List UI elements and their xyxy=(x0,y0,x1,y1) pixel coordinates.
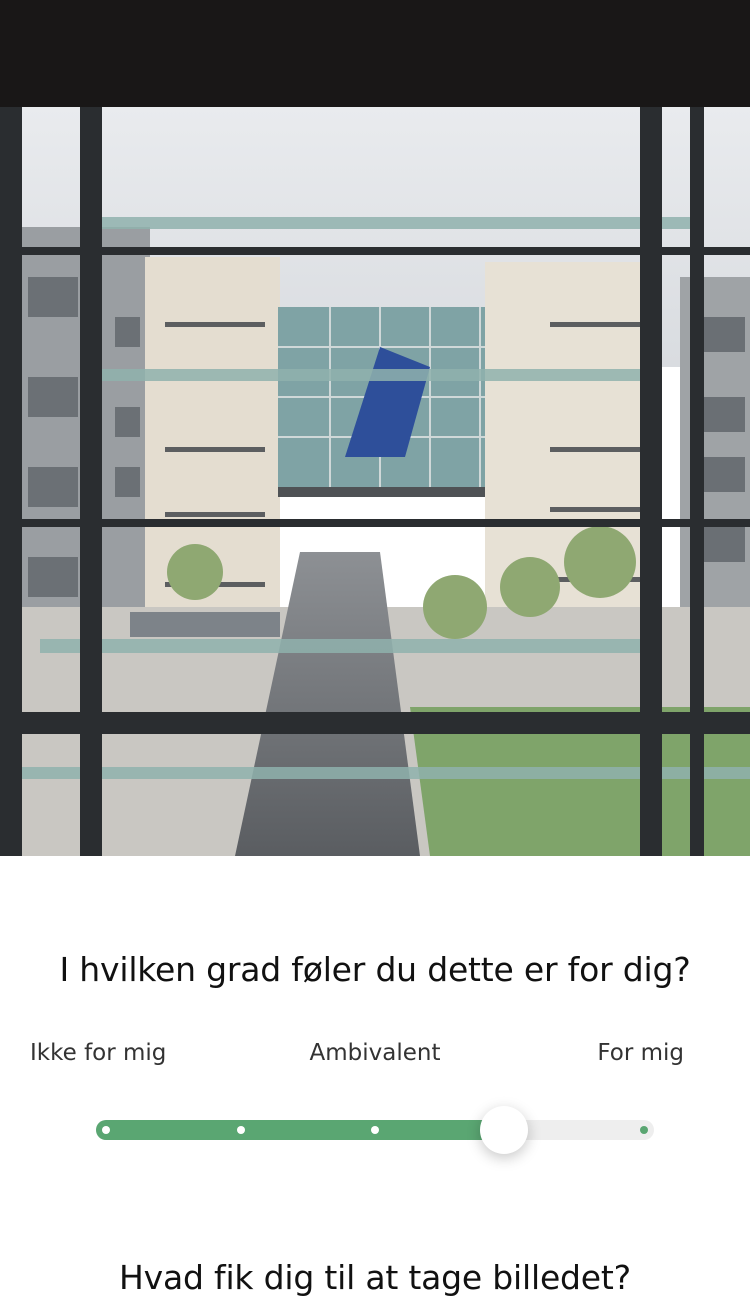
rating-question: I hvilken grad føler du dette er for dig… xyxy=(59,950,691,989)
slider-step-dot xyxy=(640,1126,648,1134)
uploaded-photo xyxy=(0,107,750,856)
slider-step-dot xyxy=(371,1126,379,1134)
reason-question: Hvad fik dig til at tage billedet? xyxy=(119,1258,631,1297)
photo-illustration xyxy=(0,107,750,856)
top-bar xyxy=(0,0,750,107)
slider-fill xyxy=(96,1120,515,1140)
slider-thumb[interactable] xyxy=(480,1106,529,1154)
slider-step-dot xyxy=(236,1126,245,1134)
rating-slider[interactable] xyxy=(96,1106,654,1154)
slider-step-dot xyxy=(102,1126,110,1134)
scale-label-for-me: For mig xyxy=(597,1040,684,1066)
